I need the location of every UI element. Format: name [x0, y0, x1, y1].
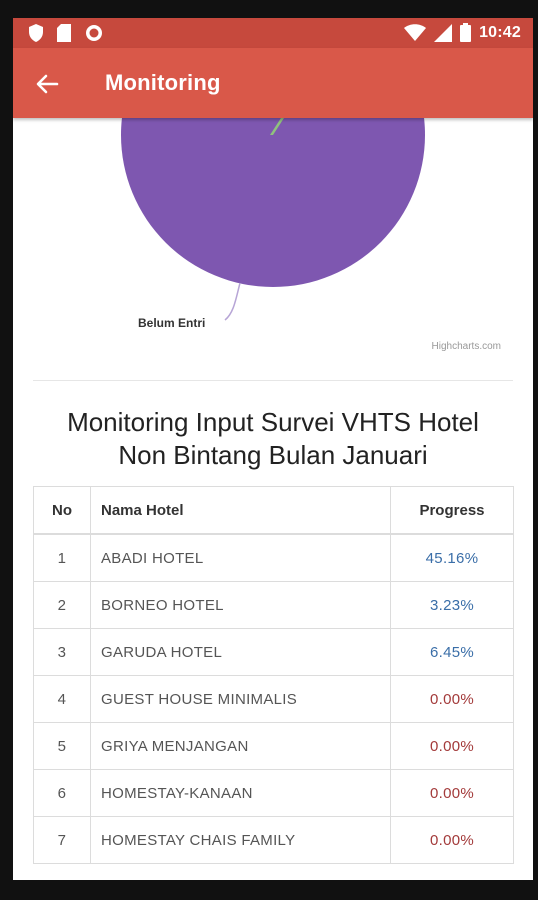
status-bar: 10:42 [13, 18, 533, 48]
pie-label: Belum Entri [138, 316, 205, 330]
signal-icon [434, 23, 453, 42]
connector-line [224, 282, 241, 321]
row-hotel-name: ABADI HOTEL [90, 533, 391, 582]
row-no: 2 [33, 581, 91, 629]
column-header-progress: Progress [390, 486, 514, 535]
row-no: 6 [33, 769, 91, 817]
row-no: 5 [33, 722, 91, 770]
row-hotel-name: BORNEO HOTEL [90, 581, 391, 629]
row-no: 4 [33, 675, 91, 723]
divider [33, 380, 513, 381]
table-row[interactable]: 3 GARUDA HOTEL 6.45% [33, 628, 514, 676]
row-hotel-name: GARUDA HOTEL [90, 628, 391, 676]
row-no: 7 [33, 816, 91, 864]
shield-icon [29, 24, 43, 42]
wifi-icon [404, 23, 427, 41]
row-progress: 3.23% [390, 581, 514, 629]
clock: 10:42 [479, 23, 521, 41]
column-header-no: No [33, 486, 91, 535]
pie-slice-belum-entri[interactable] [121, 118, 425, 287]
heading-line-1: Monitoring Input Survei VHTS Hotel [67, 407, 479, 437]
section-heading: Monitoring Input Survei VHTS Hotel Non B… [23, 406, 523, 472]
heading-line-2: Non Bintang Bulan Januari [118, 440, 428, 470]
row-hotel-name: GUEST HOUSE MINIMALIS [90, 675, 391, 723]
pie-chart: Belum Entri Highcharts.com [121, 118, 501, 352]
table-row[interactable]: 4 GUEST HOUSE MINIMALIS 0.00% [33, 675, 514, 723]
table-row[interactable]: 5 GRIYA MENJANGAN 0.00% [33, 722, 514, 770]
hotel-progress-table: No Nama Hotel Progress 1 ABADI HOTEL 45.… [33, 486, 514, 864]
row-no: 1 [33, 533, 91, 582]
row-progress: 0.00% [390, 675, 514, 723]
table-row[interactable]: 1 ABADI HOTEL 45.16% [33, 533, 514, 582]
row-progress: 0.00% [390, 722, 514, 770]
table-header-row: No Nama Hotel Progress [33, 486, 514, 535]
row-hotel-name: GRIYA MENJANGAN [90, 722, 391, 770]
row-progress: 0.00% [390, 816, 514, 864]
table-row[interactable]: 6 HOMESTAY-KANAAN 0.00% [33, 769, 514, 817]
row-hotel-name: HOMESTAY CHAIS FAMILY [90, 816, 391, 864]
arrow-left-icon[interactable] [33, 70, 61, 98]
app-bar: Monitoring [13, 48, 533, 118]
chart-credit[interactable]: Highcharts.com [432, 341, 501, 352]
table-row[interactable]: 2 BORNEO HOTEL 3.23% [33, 581, 514, 629]
main-content[interactable]: Belum Entri Highcharts.com Monitoring In… [13, 118, 533, 880]
battery-icon [460, 23, 472, 42]
sim-card-icon [57, 24, 71, 42]
page-title: Monitoring [105, 70, 221, 95]
column-header-name: Nama Hotel [90, 486, 391, 535]
table-row[interactable]: 7 HOMESTAY CHAIS FAMILY 0.00% [33, 816, 514, 864]
row-progress: 0.00% [390, 769, 514, 817]
row-hotel-name: HOMESTAY-KANAAN [90, 769, 391, 817]
row-no: 3 [33, 628, 91, 676]
row-progress: 45.16% [390, 533, 514, 582]
phone-screen: 10:42 Monitoring Belum Entri Highcharts.… [13, 18, 533, 880]
record-icon [86, 25, 102, 41]
row-progress: 6.45% [390, 628, 514, 676]
